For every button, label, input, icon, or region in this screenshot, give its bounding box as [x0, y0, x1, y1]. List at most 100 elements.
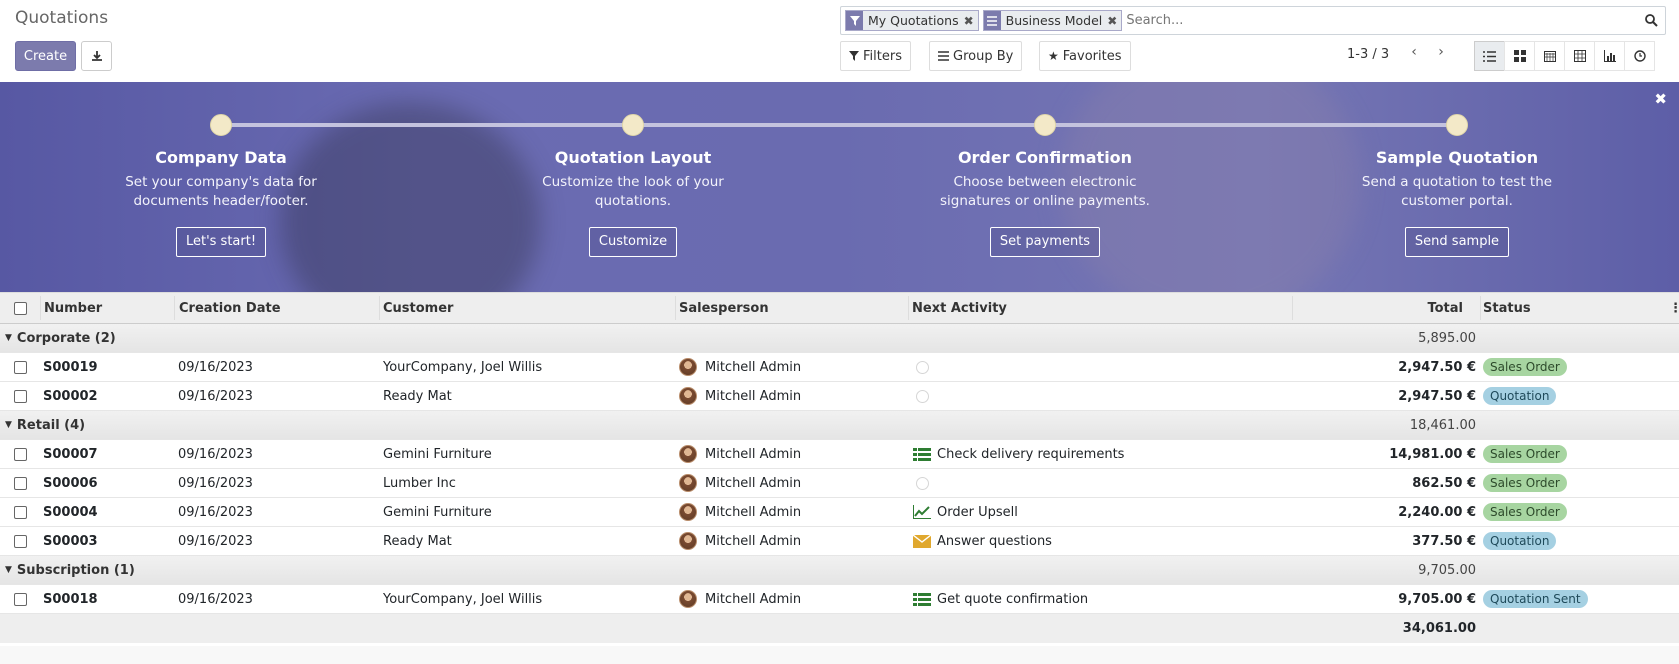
row-total: 9,705.00 €	[1398, 591, 1476, 607]
row-number: S00019	[43, 359, 98, 375]
step-description: Customize the look of your quotations.	[542, 174, 724, 209]
pivot-view-icon[interactable]	[1564, 41, 1595, 71]
quotations-table: Number Creation Date Customer Salesperso…	[0, 292, 1679, 643]
clock-icon[interactable]	[916, 389, 929, 403]
favorites-button[interactable]: ★ Favorites	[1039, 41, 1131, 71]
close-icon[interactable]: ✖	[1107, 14, 1121, 28]
search-bar: My Quotations ✖ Business Model ✖	[840, 6, 1666, 35]
group-by-label: Group By	[953, 48, 1014, 64]
row-customer: Ready Mat	[383, 533, 452, 549]
group-row-subscription[interactable]: ▼ Subscription (1) 9,705.00	[0, 556, 1679, 585]
row-total: 14,981.00 €	[1389, 446, 1476, 462]
row-customer: Gemini Furniture	[383, 446, 492, 462]
step-sample-quotation: Sample Quotation Send a quotation to tes…	[1347, 148, 1567, 257]
table-row[interactable]: S00006 09/16/2023 Lumber Inc Mitchell Ad…	[0, 469, 1679, 498]
filter-icon	[849, 51, 859, 61]
download-button[interactable]	[81, 41, 112, 71]
step-description: Set your company's data for documents hea…	[125, 174, 317, 209]
caret-down-icon: ▼	[5, 420, 12, 430]
row-checkbox[interactable]	[14, 505, 27, 519]
column-next-activity[interactable]: Next Activity	[912, 293, 1007, 323]
clock-icon[interactable]	[916, 476, 929, 490]
tasks-icon[interactable]	[913, 592, 931, 606]
status-badge: Sales Order	[1483, 445, 1567, 463]
row-salesperson: Mitchell Admin	[705, 475, 802, 491]
status-badge: Sales Order	[1483, 474, 1567, 492]
grand-total: 34,061.00	[1402, 621, 1476, 636]
table-footer-total: 34,061.00	[0, 614, 1679, 643]
facet-business-model: Business Model ✖	[982, 10, 1123, 31]
table-row[interactable]: S00002 09/16/2023 Ready Mat Mitchell Adm…	[0, 382, 1679, 411]
step-dot	[622, 114, 644, 136]
row-checkbox[interactable]	[14, 476, 27, 490]
group-row-retail[interactable]: ▼ Retail (4) 18,461.00	[0, 411, 1679, 440]
table-row[interactable]: S00003 09/16/2023 Ready Mat Mitchell Adm…	[0, 527, 1679, 556]
page-background	[0, 646, 1679, 664]
line-chart-icon[interactable]	[913, 505, 931, 519]
step-dot	[1446, 114, 1468, 136]
group-row-corporate[interactable]: ▼ Corporate (2) 5,895.00	[0, 324, 1679, 353]
list-view-icon[interactable]	[1474, 41, 1505, 71]
step-dot	[1034, 114, 1056, 136]
row-customer: YourCompany, Joel Willis	[383, 591, 543, 607]
column-status[interactable]: Status	[1483, 293, 1531, 323]
row-checkbox[interactable]	[14, 389, 27, 403]
row-date: 09/16/2023	[178, 446, 253, 462]
row-checkbox[interactable]	[14, 447, 27, 461]
close-icon[interactable]: ✖	[1654, 90, 1667, 108]
row-checkbox[interactable]	[14, 592, 27, 606]
table-row[interactable]: S00004 09/16/2023 Gemini Furniture Mitch…	[0, 498, 1679, 527]
customize-button[interactable]: Customize	[588, 227, 678, 257]
search-input[interactable]	[1126, 8, 1637, 33]
row-activity: Check delivery requirements	[937, 446, 1125, 462]
table-row[interactable]: S00018 09/16/2023 YourCompany, Joel Will…	[0, 585, 1679, 614]
avatar	[679, 387, 697, 405]
row-customer: Lumber Inc	[383, 475, 456, 491]
row-checkbox[interactable]	[14, 534, 27, 548]
select-all-checkbox[interactable]	[14, 301, 27, 315]
facet-label: Business Model	[1005, 13, 1103, 28]
table-row[interactable]: S00007 09/16/2023 Gemini Furniture Mitch…	[0, 440, 1679, 469]
row-salesperson: Mitchell Admin	[705, 446, 802, 462]
row-checkbox[interactable]	[14, 360, 27, 374]
chevron-left-icon[interactable]: ‹	[1405, 44, 1423, 60]
activity-view-icon[interactable]	[1624, 41, 1655, 71]
row-number: S00003	[43, 533, 98, 549]
row-total: 2,240.00 €	[1398, 504, 1476, 520]
row-number: S00004	[43, 504, 98, 520]
search-icon[interactable]	[1637, 14, 1665, 27]
lets-start-button[interactable]: Let's start!	[175, 227, 267, 257]
pager-value[interactable]: 1-3 / 3	[1347, 47, 1389, 62]
column-salesperson[interactable]: Salesperson	[679, 293, 769, 323]
row-customer: Ready Mat	[383, 388, 452, 404]
step-title: Order Confirmation	[957, 148, 1133, 167]
create-button[interactable]: Create	[15, 41, 76, 71]
row-total: 2,947.50 €	[1398, 388, 1476, 404]
column-number[interactable]: Number	[44, 293, 102, 323]
column-creation-date[interactable]: Creation Date	[179, 293, 281, 323]
table-header: Number Creation Date Customer Salesperso…	[0, 292, 1679, 324]
set-payments-button[interactable]: Set payments	[989, 227, 1101, 257]
envelope-icon[interactable]	[913, 534, 931, 548]
kanban-view-icon[interactable]	[1504, 41, 1535, 71]
close-icon[interactable]: ✖	[964, 14, 978, 28]
calendar-view-icon[interactable]	[1534, 41, 1565, 71]
column-options-icon[interactable]: ⋮	[1669, 293, 1679, 323]
avatar	[679, 532, 697, 550]
row-date: 09/16/2023	[178, 475, 253, 491]
group-total: 18,461.00	[1409, 417, 1476, 433]
tasks-icon[interactable]	[913, 447, 931, 461]
step-company-data: Company Data Set your company's data for…	[111, 148, 331, 257]
graph-view-icon[interactable]	[1594, 41, 1625, 71]
column-customer[interactable]: Customer	[383, 293, 453, 323]
step-dot	[210, 114, 232, 136]
table-row[interactable]: S00019 09/16/2023 YourCompany, Joel Will…	[0, 353, 1679, 382]
chevron-right-icon[interactable]: ›	[1432, 44, 1450, 60]
column-total[interactable]: Total	[1427, 293, 1463, 323]
group-by-button[interactable]: Group By	[929, 41, 1023, 71]
clock-icon[interactable]	[916, 360, 929, 374]
send-sample-button[interactable]: Send sample	[1404, 227, 1510, 257]
filters-button[interactable]: Filters	[840, 41, 911, 71]
status-badge: Quotation	[1483, 387, 1557, 405]
view-switcher	[1474, 41, 1655, 71]
